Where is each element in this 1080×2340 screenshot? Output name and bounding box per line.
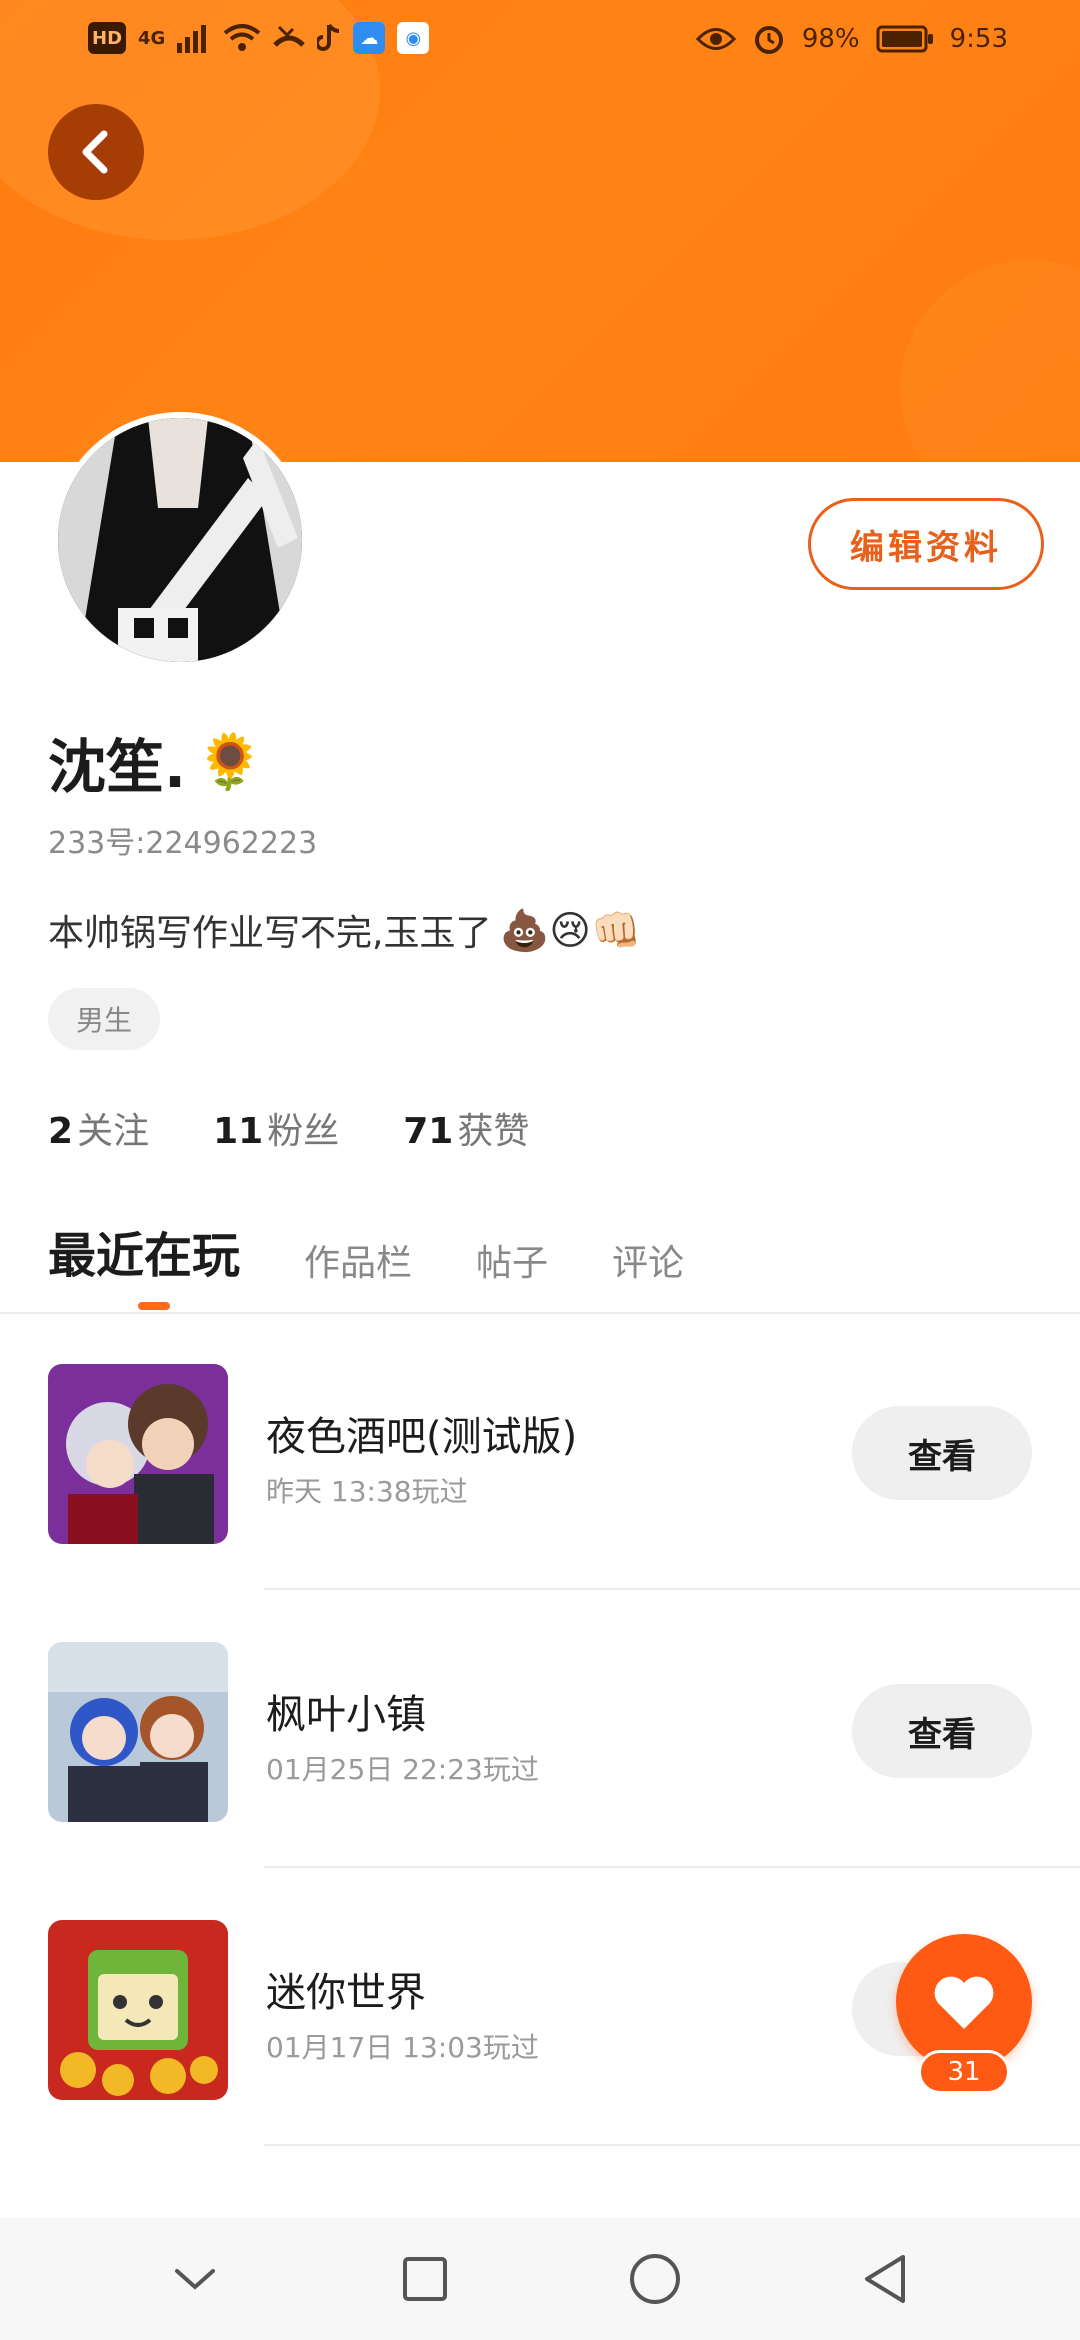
browser-icon: ◉ [397, 22, 430, 54]
nav-recent-apps-button[interactable] [385, 2239, 465, 2319]
gender-tag: 男生 [48, 988, 161, 1050]
missed-call-icon [273, 25, 306, 47]
profile-bio-text: 本帅锅写作业写不完,玉玉了 [48, 913, 492, 954]
eye-icon [695, 28, 736, 50]
wifi-icon [224, 24, 261, 51]
profile-header-banner: HD 4G ☁ ◉ 98% 9:53 [0, 0, 1080, 462]
game-title: 枫叶小镇 [266, 1692, 426, 1738]
battery-percent: 98% [801, 24, 860, 54]
system-nav-bar [0, 2218, 1080, 2340]
profile-tabs: 最近在玩 作品栏 帖子 评论 [48, 1216, 684, 1286]
avatar[interactable] [52, 412, 308, 668]
game-title: 迷你世界 [266, 1970, 426, 2016]
clock: 9:53 [949, 24, 1008, 54]
profile-name-text: 沈笙. [48, 733, 187, 801]
stat-following[interactable]: 2 关注 [48, 1102, 149, 1154]
back-icon [865, 2255, 905, 2303]
game-played-time: 01月17日 13:03玩过 [266, 2031, 539, 2064]
sunflower-icon: 🌻 [196, 730, 264, 793]
avatar-image [58, 418, 302, 662]
game-thumbnail [48, 1920, 228, 2100]
network-label: 4G [138, 27, 166, 49]
stat-likes[interactable]: 71 获赞 [403, 1102, 529, 1154]
edit-profile-button[interactable]: 编辑资料 [808, 498, 1044, 590]
status-bar: HD 4G ☁ ◉ 98% 9:53 [0, 0, 1080, 80]
tab-works[interactable]: 作品栏 [304, 1234, 412, 1286]
game-thumbnail [48, 1642, 228, 1822]
view-button[interactable]: 查看 [852, 1684, 1032, 1778]
view-button[interactable]: 查看 [852, 1406, 1032, 1500]
chevron-down-icon [175, 2269, 215, 2290]
chevron-left-icon [82, 130, 108, 174]
recent-apps-icon [403, 2257, 447, 2301]
game-title: 夜色酒吧(测试版) [266, 1414, 578, 1460]
hd-icon: HD [88, 22, 127, 54]
tab-recent-play[interactable]: 最近在玩 [48, 1216, 240, 1286]
tab-comments[interactable]: 评论 [612, 1234, 684, 1286]
nav-collapse-button[interactable] [155, 2239, 235, 2319]
list-item[interactable]: 枫叶小镇 01月25日 22:23玩过 查看 [0, 1590, 1080, 1868]
profile-stats: 2 关注 11 粉丝 71 获赞 [48, 1102, 529, 1154]
home-icon [630, 2254, 680, 2304]
back-button[interactable] [48, 104, 144, 200]
list-item[interactable]: 夜色酒吧(测试版) 昨天 13:38玩过 查看 [0, 1312, 1080, 1590]
weather-icon: ☁ [353, 22, 386, 54]
profile-name: 沈笙. 🌻 [48, 720, 263, 804]
banner-decoration [900, 260, 1080, 462]
alarm-icon [754, 26, 783, 54]
tiktok-icon [317, 23, 340, 51]
like-count-badge: 31 [918, 2050, 1010, 2094]
signal-icon [177, 25, 207, 53]
game-played-time: 01月25日 22:23玩过 [266, 1753, 539, 1786]
battery-icon [876, 25, 933, 53]
nav-home-button[interactable] [615, 2239, 695, 2319]
profile-uid: 233号:224962223 [48, 826, 318, 861]
stat-followers[interactable]: 11 粉丝 [213, 1102, 339, 1154]
game-thumbnail [48, 1364, 228, 1544]
heart-icon [934, 1976, 994, 2029]
active-tab-indicator [138, 1302, 170, 1310]
game-played-time: 昨天 13:38玩过 [266, 1475, 468, 1508]
nav-back-button[interactable] [845, 2239, 925, 2319]
row-divider [264, 2144, 1080, 2146]
profile-bio: 本帅锅写作业写不完,玉玉了 💩😢👊🏻 [48, 904, 641, 956]
tab-posts[interactable]: 帖子 [476, 1234, 548, 1286]
bio-emoji-icons: 💩😢👊🏻 [499, 907, 641, 954]
